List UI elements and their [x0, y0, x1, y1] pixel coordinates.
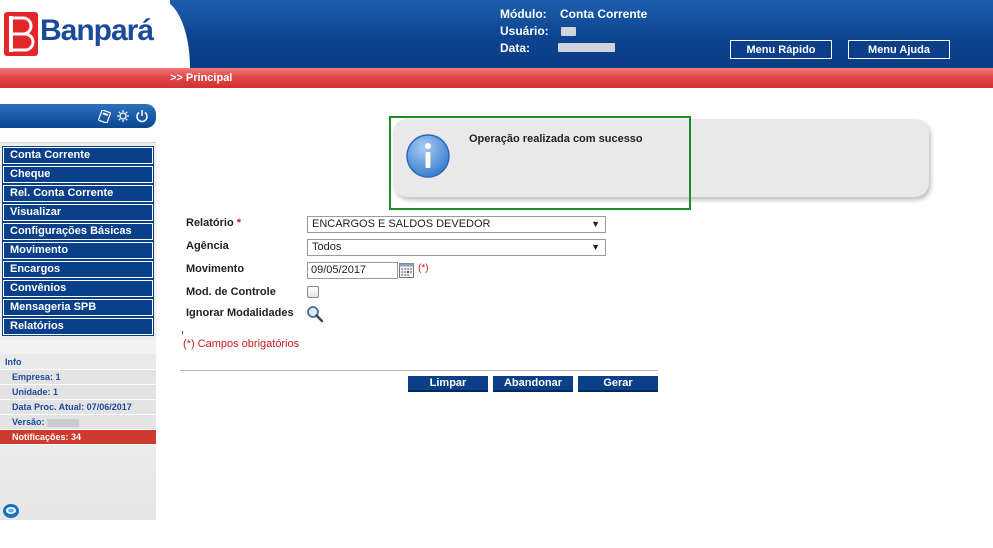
- separator-mark: [182, 331, 183, 334]
- required-fields-note: (*) Campos obrigatórios: [183, 338, 300, 350]
- form-divider: [180, 370, 658, 371]
- info-data-proc: Data Proc. Atual: 07/06/2017: [0, 400, 156, 415]
- chevron-down-icon: ▼: [591, 242, 600, 252]
- mod-controle-checkbox[interactable]: [307, 286, 319, 298]
- info-icon: [406, 134, 450, 178]
- info-versao: Versão:: [0, 415, 156, 430]
- menu-item-mensageria-spb[interactable]: Mensageria SPB: [2, 298, 154, 317]
- relatorio-select-value: ENCARGOS E SALDOS DEVEDOR: [312, 218, 491, 230]
- limpar-button[interactable]: Limpar: [408, 376, 488, 392]
- usuario-label: Usuário:: [500, 24, 549, 38]
- ignorar-modalidades-label: Ignorar Modalidades: [186, 307, 294, 319]
- message-text: Operação realizada com sucesso: [469, 133, 643, 145]
- menu-item-conta-corrente[interactable]: Conta Corrente: [2, 146, 154, 165]
- brand-name: Banpará: [40, 14, 154, 47]
- movimento-label: Movimento: [186, 263, 245, 275]
- top-header: Banpará Módulo: Conta Corrente Usuário: …: [0, 0, 993, 68]
- menu-item-encargos[interactable]: Encargos: [2, 260, 154, 279]
- info-notificacoes[interactable]: Notificações: 34: [0, 430, 156, 445]
- mod-controle-label: Mod. de Controle: [186, 286, 276, 298]
- banpara-logo-icon: [4, 12, 38, 56]
- menu-item-visualizar[interactable]: Visualizar: [2, 203, 154, 222]
- menu-item-configuracoes-basicas[interactable]: Configurações Básicas: [2, 222, 154, 241]
- required-marker: *: [236, 217, 242, 229]
- data-redacted: [558, 43, 615, 52]
- gerar-button[interactable]: Gerar: [578, 376, 658, 392]
- calendar-icon[interactable]: [399, 262, 414, 278]
- info-versao-label: Versão:: [12, 417, 45, 427]
- info-panel: Info Empresa: 1 Unidade: 1 Data Proc. At…: [0, 354, 156, 445]
- calculator-icon[interactable]: [96, 108, 112, 124]
- versao-redacted: [47, 418, 80, 427]
- agencia-label: Agência: [186, 240, 229, 252]
- relatorio-select[interactable]: ENCARGOS E SALDOS DEVEDOR ▼: [307, 216, 606, 233]
- breadcrumb-bar: >> Principal: [0, 68, 993, 88]
- agencia-select[interactable]: Todos ▼: [307, 239, 606, 256]
- chat-icon[interactable]: [2, 502, 20, 520]
- menu-ajuda-button[interactable]: Menu Ajuda: [848, 40, 950, 59]
- menu-item-rel-conta-corrente[interactable]: Rel. Conta Corrente: [2, 184, 154, 203]
- info-title: Info: [0, 354, 156, 370]
- menu-item-relatorios[interactable]: Relatórios: [2, 317, 154, 336]
- breadcrumb[interactable]: >> Principal: [170, 72, 232, 84]
- sidebar: Conta Corrente Cheque Rel. Conta Corrent…: [0, 104, 156, 520]
- info-empresa: Empresa: 1: [0, 370, 156, 385]
- movimento-required: (*): [418, 263, 429, 274]
- info-unidade: Unidade: 1: [0, 385, 156, 400]
- modulo-label: Módulo:: [500, 7, 547, 21]
- main-menu: Conta Corrente Cheque Rel. Conta Corrent…: [0, 142, 156, 340]
- menu-item-movimento[interactable]: Movimento: [2, 241, 154, 260]
- movimento-date-input[interactable]: 09/05/2017: [307, 262, 398, 279]
- usuario-redacted: [561, 27, 576, 36]
- abandonar-button[interactable]: Abandonar: [493, 376, 573, 392]
- menu-rapido-button[interactable]: Menu Rápido: [730, 40, 832, 59]
- logo-area: Banpará: [0, 0, 170, 68]
- power-icon[interactable]: [134, 108, 150, 124]
- relatorio-label: Relatório *: [186, 217, 241, 229]
- sidebar-toolbar: [0, 104, 156, 128]
- search-icon[interactable]: [306, 305, 324, 323]
- agencia-select-value: Todos: [312, 241, 342, 253]
- chevron-down-icon: ▼: [591, 219, 600, 229]
- data-label: Data:: [500, 41, 531, 55]
- modulo-value: Conta Corrente: [560, 7, 648, 21]
- sidebar-toolbar-icons: [96, 108, 150, 124]
- menu-item-convenios[interactable]: Convênios: [2, 279, 154, 298]
- menu-item-cheque[interactable]: Cheque: [2, 165, 154, 184]
- gear-icon[interactable]: [115, 108, 131, 124]
- relatorio-label-text: Relatório: [186, 217, 234, 229]
